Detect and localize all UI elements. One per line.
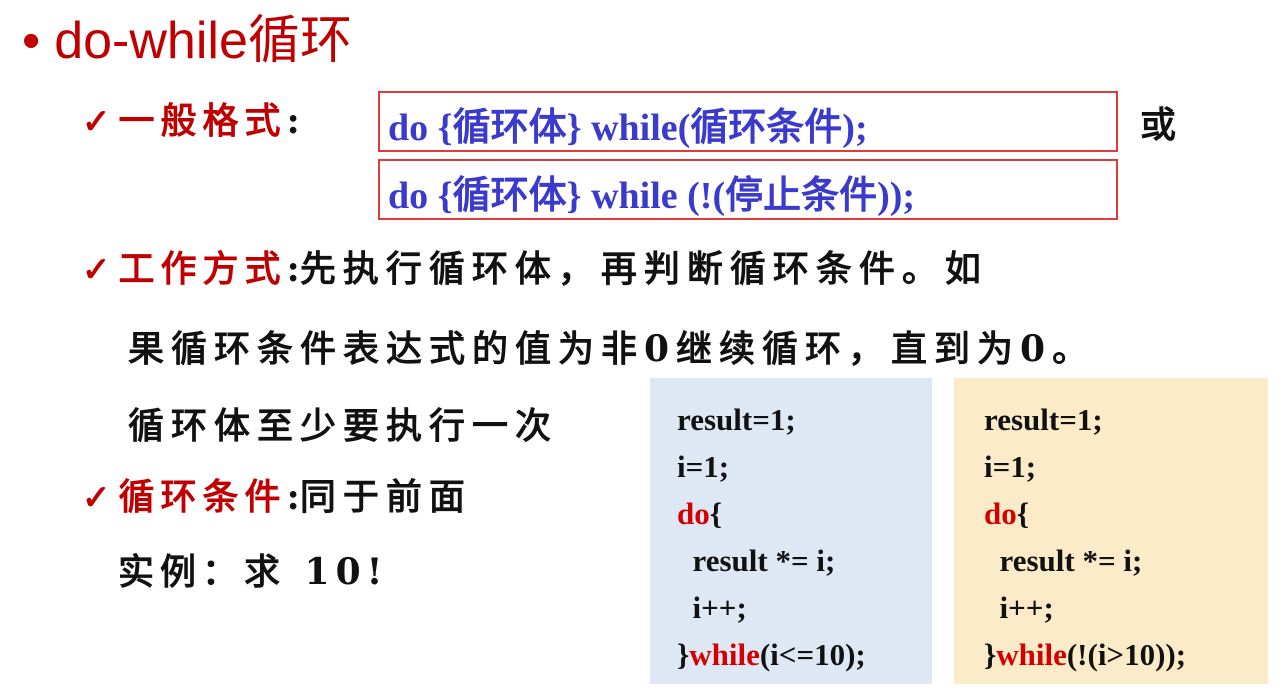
checkmark-icon: ✓ [82,102,111,142]
format-line-1: do {循环体} while(循环条件); [388,107,868,149]
working-mode-text-2: 果循环条件表达式的值为非0继续循环，直到为0。 [128,328,1096,370]
keyword-while: while [996,637,1067,672]
general-format-heading: ✓ 一般格式: [82,92,300,144]
working-mode-text-3: 循环体至少要执行一次 [128,405,559,447]
code-line: do{ [984,496,1029,531]
code-block-stop-condition: result=1; i=1; do{ result *= i; i++; }wh… [954,378,1268,684]
or-text: 或 [1140,104,1177,146]
loop-condition-label: 循环条件 [118,476,287,518]
keyword-do: do [677,496,710,531]
code-line: do{ [677,496,722,531]
code-line: result=1; [677,402,796,437]
code-line: i=1; [677,449,730,484]
code-line: i++; [677,590,747,625]
keyword-do: do [984,496,1017,531]
code-line: i=1; [984,449,1037,484]
code-block-while-condition: result=1; i=1; do{ result *= i; i++; }wh… [650,378,932,684]
code-line: i++; [984,590,1054,625]
working-mode-text-1: 先执行循环体，再判断循环条件。如 [299,248,988,290]
general-format-colon: : [286,100,300,142]
code-line: result=1; [984,402,1103,437]
working-mode-label: 工作方式 [118,248,287,290]
code-line: }while(i<=10); [677,637,866,672]
bullet-icon: • [22,12,41,70]
slide-title: • do-while循环 [22,0,352,73]
loop-condition-heading: ✓ 循环条件:同于前面 [82,468,472,520]
checkmark-icon: ✓ [82,250,111,290]
example-text: 实例：求 10! [118,551,389,593]
loop-condition-text: 同于前面 [299,476,472,518]
loop-condition-colon: : [286,476,300,518]
code-line: }while(!(i>10)); [984,637,1187,672]
code-line: result *= i; [677,543,836,578]
format-line-2: do {循环体} while (!(停止条件)); [388,175,916,217]
slide-title-text: do-while循环 [54,12,352,70]
keyword-while: while [689,637,760,672]
code-line: result *= i; [984,543,1143,578]
working-mode-heading: ✓ 工作方式:先执行循环体，再判断循环条件。如 [82,240,988,292]
general-format-label: 一般格式 [118,100,287,142]
working-mode-colon: : [286,248,300,290]
checkmark-icon: ✓ [82,478,111,518]
